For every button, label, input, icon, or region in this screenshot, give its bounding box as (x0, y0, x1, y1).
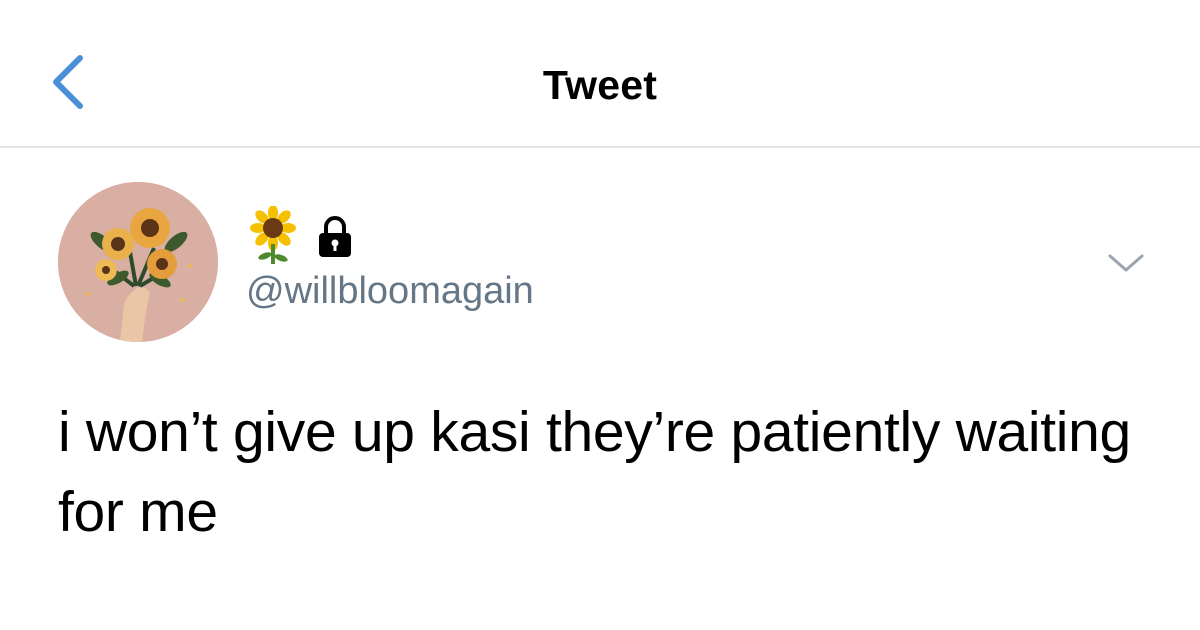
avatar[interactable] (58, 182, 218, 342)
tweet-text: i won’t give up kasi they’re patiently w… (58, 400, 1131, 544)
sunflower-icon (250, 206, 296, 264)
user-handle[interactable]: @willbloomagain (246, 270, 534, 313)
tweet-detail-screen: Tweet @willbloomagain i won’t give up ka… (0, 0, 1200, 630)
lock-icon (319, 216, 351, 257)
top-nav-bar: Tweet (0, 0, 1200, 148)
tweet-options-button[interactable] (1104, 248, 1148, 278)
sunflower-bouquet-avatar (58, 182, 218, 342)
page-title: Tweet (542, 62, 658, 108)
display-name[interactable] (246, 206, 354, 266)
chevron-down-icon (1108, 254, 1144, 272)
